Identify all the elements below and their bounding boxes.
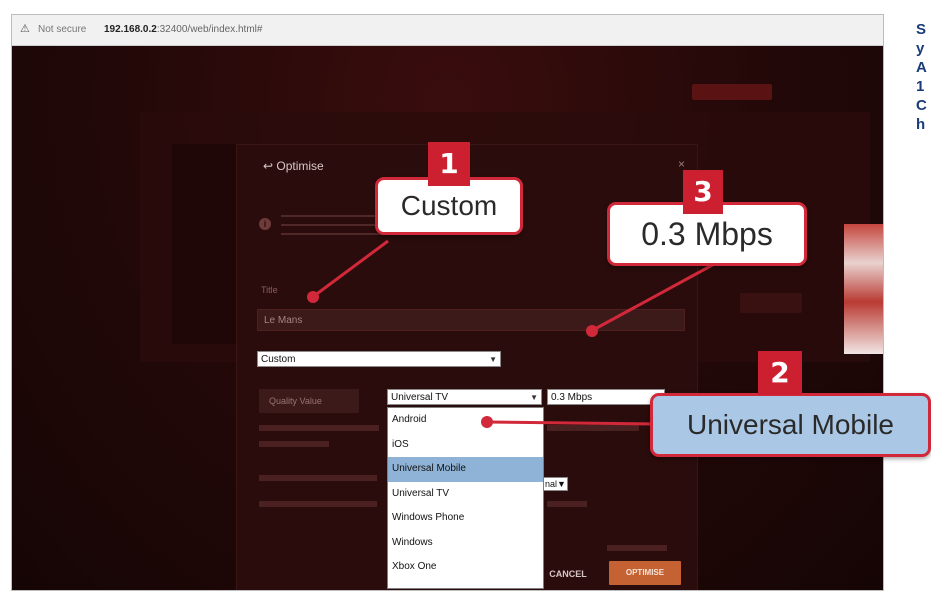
help-text-blur — [259, 501, 377, 507]
bitrate-select[interactable]: 0.3 Mbps ▼ — [547, 389, 665, 405]
security-label: Not secure — [38, 24, 87, 35]
optimise-icon: ↩ — [263, 159, 277, 173]
help-text-blur — [259, 441, 329, 447]
side-text-line: A — [916, 59, 927, 76]
quality-value-button[interactable]: Quality Value — [259, 389, 359, 413]
url-text[interactable]: 192.168.0.2:32400/web/index.html# — [104, 24, 262, 35]
chevron-down-icon: ▼ — [489, 355, 497, 364]
callout-universal-mobile: Universal Mobile — [650, 393, 931, 457]
cancel-button[interactable]: CANCEL — [543, 563, 593, 585]
callout-number-1: 1 — [428, 142, 470, 186]
partial-select-value: nal — [545, 479, 558, 489]
dropdown-option-universal-tv[interactable]: Universal TV — [388, 482, 543, 507]
side-text-line: 1 — [916, 78, 925, 95]
help-text-blur — [259, 425, 379, 431]
callout-label: Universal Mobile — [687, 409, 894, 440]
preset-select[interactable]: Custom ▼ — [257, 351, 501, 367]
device-dropdown-list[interactable]: Android iOS Universal Mobile Universal T… — [387, 407, 544, 589]
dropdown-option-windows-phone[interactable]: Windows Phone — [388, 506, 543, 531]
help-text-blur — [607, 545, 667, 551]
background-sidebar — [172, 144, 242, 344]
optimise-button[interactable]: OPTIMISE — [609, 561, 681, 585]
plex-app-background: ↩ Optimise × i Title Le Mans Custom ▼ Qu… — [12, 46, 883, 590]
callout-label: 0.3 Mbps — [641, 216, 773, 252]
callout-number-2: 2 — [758, 351, 802, 395]
dropdown-option-android[interactable]: Android — [388, 408, 543, 433]
dropdown-option-xbox-one[interactable]: Xbox One — [388, 555, 543, 580]
background-button[interactable] — [740, 293, 802, 313]
screenshot-frame: ⚠ Not secure 192.168.0.2:32400/web/index… — [11, 14, 884, 591]
url-host: 192.168.0.2 — [104, 24, 157, 35]
side-text-line: S — [916, 21, 927, 38]
device-select[interactable]: Universal TV ▼ — [387, 389, 542, 405]
warning-triangle-icon: ⚠ — [20, 23, 30, 35]
browser-address-bar[interactable]: ⚠ Not secure 192.168.0.2:32400/web/index… — [12, 15, 883, 46]
help-text-blur — [547, 425, 639, 431]
close-icon[interactable]: × — [678, 157, 685, 171]
bitrate-select-value: 0.3 Mbps — [551, 392, 593, 403]
movie-poster[interactable] — [844, 224, 883, 354]
url-path: :32400/web/index.html# — [156, 24, 263, 35]
dropdown-option-windows[interactable]: Windows — [388, 531, 543, 556]
callout-label: Custom — [400, 190, 498, 221]
help-text-blur — [259, 475, 377, 481]
header-button[interactable] — [692, 84, 772, 100]
dialog-title: ↩ Optimise — [263, 159, 324, 173]
info-icon: i — [259, 218, 271, 230]
dropdown-option-ios[interactable]: iOS — [388, 433, 543, 458]
dialog-title-text: Optimise — [276, 159, 324, 173]
preset-select-value: Custom — [261, 354, 296, 365]
callout-number-3: 3 — [683, 170, 723, 214]
help-text-blur — [547, 501, 587, 507]
partial-select[interactable]: nal▼ — [542, 477, 568, 491]
title-input[interactable]: Le Mans — [257, 309, 685, 331]
side-text-line: y — [916, 40, 925, 57]
side-text-line: C — [916, 97, 927, 114]
chevron-down-icon: ▼ — [530, 393, 538, 402]
title-field-label: Title — [261, 285, 278, 295]
side-text-line: h — [916, 116, 926, 133]
device-select-value: Universal TV — [391, 392, 449, 403]
dropdown-option-universal-mobile[interactable]: Universal Mobile — [388, 457, 543, 482]
side-article-text: S y A 1 C h — [916, 20, 931, 134]
